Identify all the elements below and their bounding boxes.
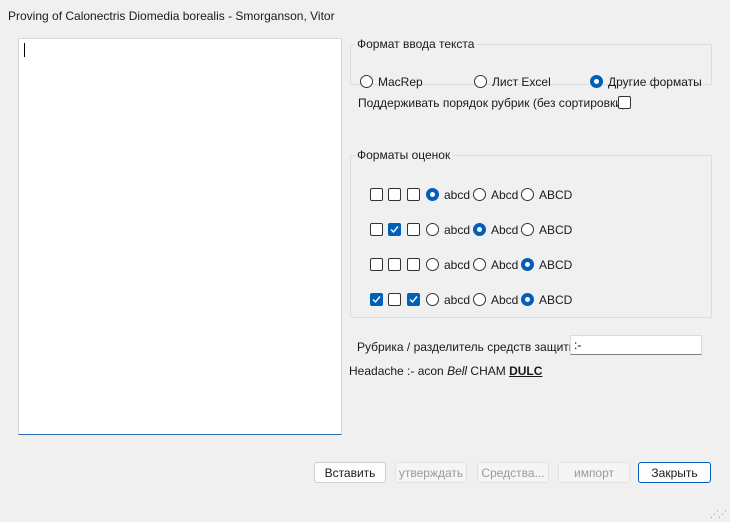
score-row-3-check-2[interactable] <box>388 258 401 271</box>
score-row-2-radio-abcd-1[interactable] <box>426 223 439 236</box>
preview-bold-underline: DULC <box>509 364 543 378</box>
score-row-1-check-1[interactable] <box>370 188 383 201</box>
score-row-case-label: ABCD <box>539 293 573 307</box>
score-row-4-radio-abcd-1[interactable] <box>426 293 439 306</box>
score-row-1-radio-abcd-3[interactable] <box>521 188 534 201</box>
score-row-case-label: ABCD <box>539 188 573 202</box>
confirm-button[interactable]: утверждать <box>395 462 467 483</box>
radio-macrep[interactable] <box>360 75 373 88</box>
score-row-2-check-2[interactable] <box>388 223 401 236</box>
window-title: Proving of Calonectris Diomedia borealis… <box>8 9 335 23</box>
close-button[interactable]: Закрыть <box>638 462 711 483</box>
score-row-4-check-3[interactable] <box>407 293 420 306</box>
separator-label: Рубрика / разделитель средств защиты <box>357 340 578 354</box>
format-preview: Headache :- acon Bell CHAM DULC <box>349 364 542 378</box>
score-row-3-check-1[interactable] <box>370 258 383 271</box>
score-row-2-radio-abcd-2[interactable] <box>473 223 486 236</box>
radio-macrep-label: MacRep <box>378 75 423 89</box>
preview-text: Headache :- acon <box>349 364 448 378</box>
score-row-2-check-3[interactable] <box>407 223 420 236</box>
score-row-case-label: Abcd <box>491 293 519 307</box>
keep-order-label: Поддерживать порядок рубрик (без сортиро… <box>358 96 626 110</box>
separator-input[interactable] <box>570 335 702 355</box>
text-editor[interactable] <box>18 38 342 435</box>
preview-italic: Bell <box>447 364 468 378</box>
score-row-3-radio-abcd-1[interactable] <box>426 258 439 271</box>
score-row-case-label: abcd <box>444 188 471 202</box>
score-row-3-check-3[interactable] <box>407 258 420 271</box>
resize-grip-icon[interactable]: ⋰⋰ <box>710 509 727 520</box>
score-row-4-radio-abcd-2[interactable] <box>473 293 486 306</box>
score-row-case-label: abcd <box>444 223 471 237</box>
radio-other-formats[interactable] <box>590 75 603 88</box>
score-row-3-radio-abcd-3[interactable] <box>521 258 534 271</box>
radio-excel-sheet-label: Лист Excel <box>492 75 551 89</box>
score-row-case-label: Abcd <box>491 223 519 237</box>
radio-other-formats-label: Другие форматы <box>608 75 702 89</box>
score-row-case-label: ABCD <box>539 223 573 237</box>
insert-button[interactable]: Вставить <box>314 462 386 483</box>
remedies-button[interactable]: Средства... <box>477 462 549 483</box>
score-row-1-check-3[interactable] <box>407 188 420 201</box>
score-formats-group: Форматы оценок abcd Abcd ABCD abcd Abcd ABCD a… <box>350 148 712 318</box>
score-row-2-radio-abcd-3[interactable] <box>521 223 534 236</box>
score-row-3-radio-abcd-2[interactable] <box>473 258 486 271</box>
score-row-case-label: Abcd <box>491 188 519 202</box>
score-row-1-radio-abcd-2[interactable] <box>473 188 486 201</box>
score-row-4-radio-abcd-3[interactable] <box>521 293 534 306</box>
score-row-2-check-1[interactable] <box>370 223 383 236</box>
score-row-case-label: ABCD <box>539 258 573 272</box>
input-format-group: Формат ввода текста MacRep Лист Excel Др… <box>350 37 712 89</box>
score-formats-title: Форматы оценок <box>357 148 451 162</box>
input-format-title: Формат ввода текста <box>357 37 475 51</box>
score-row-case-label: abcd <box>444 293 471 307</box>
score-row-4-check-2[interactable] <box>388 293 401 306</box>
radio-excel-sheet[interactable] <box>474 75 487 88</box>
keep-order-checkbox[interactable] <box>618 96 631 109</box>
score-row-case-label: abcd <box>444 258 471 272</box>
score-row-4-check-1[interactable] <box>370 293 383 306</box>
text-caret <box>24 43 25 57</box>
score-row-1-radio-abcd-1[interactable] <box>426 188 439 201</box>
preview-text-2: CHAM <box>467 364 510 378</box>
import-button[interactable]: импорт <box>558 462 630 483</box>
score-row-case-label: Abcd <box>491 258 519 272</box>
score-row-1-check-2[interactable] <box>388 188 401 201</box>
